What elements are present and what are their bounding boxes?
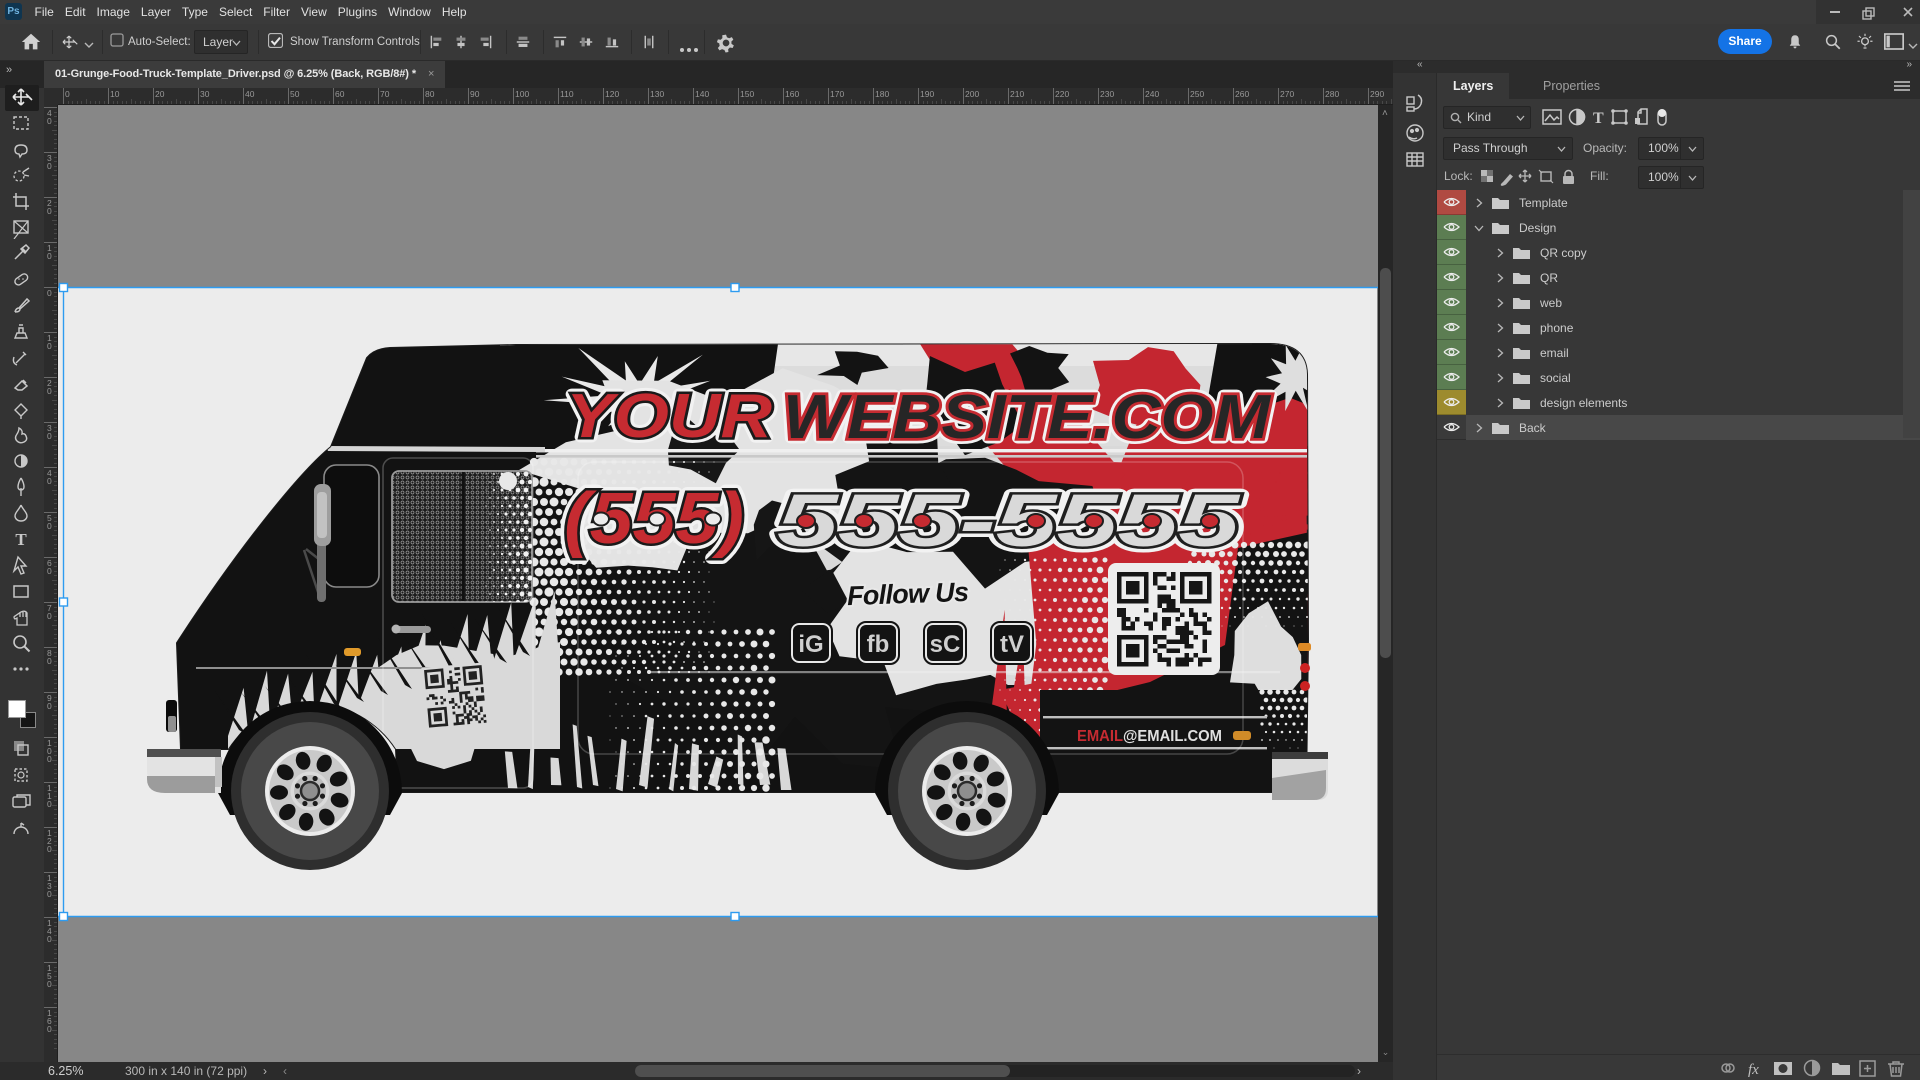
svg-text:T: T xyxy=(15,530,27,549)
svg-text:Follow Us: Follow Us xyxy=(846,577,969,611)
svg-text:EMAIL@EMAIL.COM: EMAIL@EMAIL.COM xyxy=(1077,728,1222,745)
svg-text:tV: tV xyxy=(1000,631,1024,658)
svg-text:iG: iG xyxy=(798,631,823,658)
svg-text:555-5555: 555-5555 xyxy=(777,479,1242,562)
svg-text:T: T xyxy=(1593,110,1604,127)
svg-text:fx: fx xyxy=(1748,1062,1759,1078)
svg-text:sC: sC xyxy=(930,631,961,658)
svg-text:fb: fb xyxy=(867,631,890,658)
svg-text:WEBSITE.COM: WEBSITE.COM xyxy=(783,383,1271,452)
svg-text:YOUR: YOUR xyxy=(566,382,772,451)
